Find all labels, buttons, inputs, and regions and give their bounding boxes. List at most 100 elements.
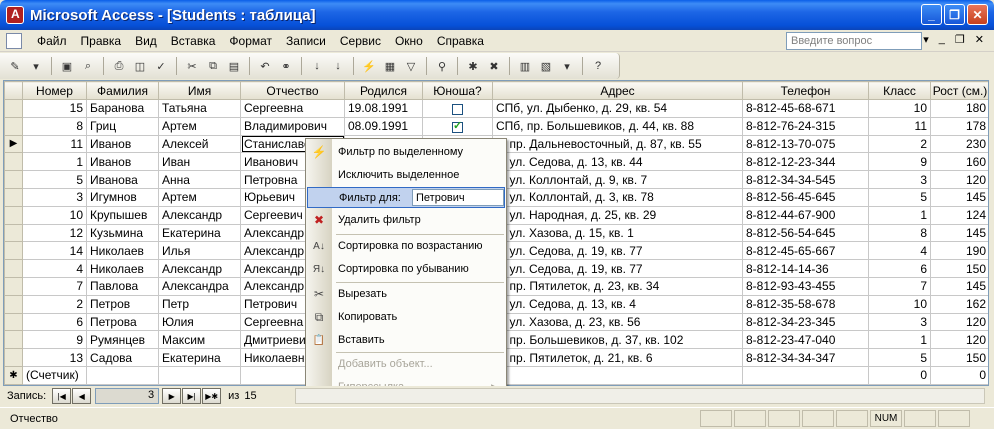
cell-surname[interactable]: Баранова <box>86 99 159 118</box>
menu-help[interactable]: Справка <box>430 34 491 48</box>
view-dropdown-icon[interactable]: ▾ <box>27 57 45 75</box>
cell-phone[interactable]: 8-812-34-34-347 <box>742 348 869 367</box>
row-selector[interactable]: ▶ <box>4 134 23 154</box>
cell-patronymic[interactable]: Владимирович <box>240 116 345 136</box>
cell-phone[interactable]: 8-812-12-23-344 <box>742 152 869 172</box>
cell-class[interactable]: 4 <box>868 241 931 261</box>
cell-name[interactable]: Илья <box>158 241 241 261</box>
cell-address[interactable]: б, ул. Народная, д. 25, кв. 29 <box>492 205 743 225</box>
table-row[interactable]: 15 Баранова Татьяна Сергеевна 19.08.1991 СПб,… <box>4 99 988 118</box>
cell-address[interactable]: СПб, ул. Дыбенко, д. 29, кв. 54 <box>492 99 743 118</box>
cell-name[interactable]: Александра <box>158 276 241 296</box>
sort-ascending-icon[interactable]: ↓ <box>308 57 326 75</box>
row-selector[interactable] <box>4 241 23 261</box>
paste-icon[interactable]: ▤ <box>225 57 243 75</box>
table-row[interactable]: 8ГрицАртемВладимирович08.09.1991 СПб, пр.… <box>4 116 988 136</box>
menu-view[interactable]: Вид <box>128 34 164 48</box>
cell-number[interactable]: 5 <box>22 170 87 189</box>
horizontal-scrollbar[interactable] <box>295 388 985 404</box>
help-icon[interactable]: ? <box>589 57 607 75</box>
new-record-button[interactable]: ▶✱ <box>202 388 222 404</box>
cell-height[interactable]: 120 <box>930 170 988 189</box>
cell-class[interactable]: 10 <box>868 294 931 314</box>
cell-name[interactable]: Александр <box>158 259 241 278</box>
datasheet-icon[interactable] <box>6 32 22 49</box>
cell-name[interactable]: Артем <box>158 187 241 207</box>
cell-number[interactable]: 6 <box>22 312 87 332</box>
row-selector[interactable] <box>4 187 23 207</box>
cell-class[interactable]: 2 <box>868 134 931 154</box>
cell-phone[interactable]: 8-812-45-65-667 <box>742 241 869 261</box>
database-window-icon[interactable]: ▥ <box>516 57 534 75</box>
cell-height[interactable]: 0 <box>930 365 988 385</box>
cell-address[interactable]: б, ул. Седова, д. 19, кв. 77 <box>492 259 743 278</box>
cell-surname[interactable]: Петрова <box>86 312 159 332</box>
copy-icon[interactable]: ⧉ <box>204 57 222 75</box>
last-record-button[interactable]: ▶| <box>182 388 202 404</box>
cell-address[interactable]: б, ул. Хазова, д. 15, кв. 1 <box>492 223 743 243</box>
cell-boy[interactable] <box>422 99 493 118</box>
cell-class[interactable]: 11 <box>868 116 931 136</box>
view-design-icon[interactable]: ✎ <box>6 57 24 75</box>
cell-address[interactable]: б, ул. Седова, д. 13, кв. 4 <box>492 294 743 314</box>
column-header-name[interactable]: Имя <box>158 81 241 100</box>
cell-born[interactable]: 19.08.1991 <box>344 99 423 118</box>
row-selector[interactable] <box>4 312 23 332</box>
cell-number[interactable]: 7 <box>22 276 87 296</box>
cell-phone[interactable]: 8-812-56-45-645 <box>742 187 869 207</box>
menu-item-copy[interactable]: ⧉ Копировать <box>306 306 506 328</box>
cell-height[interactable]: 124 <box>930 205 988 225</box>
cell-number[interactable]: 9 <box>22 330 87 350</box>
cell-phone[interactable]: 8-812-34-34-545 <box>742 170 869 189</box>
menu-file[interactable]: Файл <box>30 34 74 48</box>
menu-records[interactable]: Записи <box>279 34 333 48</box>
cell-height[interactable]: 145 <box>930 223 988 243</box>
cell-name[interactable]: Максим <box>158 330 241 350</box>
cell-height[interactable]: 178 <box>930 116 988 136</box>
cell-address[interactable]: СПб, пр. Большевиков, д. 44, кв. 88 <box>492 116 743 136</box>
cell-phone[interactable]: 8-812-56-54-645 <box>742 223 869 243</box>
cell-class[interactable]: 6 <box>868 259 931 278</box>
column-header-class[interactable]: Класс <box>868 81 931 100</box>
menu-item-cut[interactable]: ✂ Вырезать <box>306 283 506 305</box>
row-selector[interactable] <box>4 152 23 172</box>
doc-restore-button[interactable]: ❐ <box>955 33 965 46</box>
column-header-patronymic[interactable]: Отчество <box>240 81 345 100</box>
menu-item-sort-ascending[interactable]: A↓ Сортировка по возрастанию <box>306 235 506 257</box>
print-icon[interactable]: ⎙ <box>110 57 128 75</box>
menu-item-remove-filter[interactable]: ✖ Удалить фильтр <box>306 209 506 231</box>
search-file-icon[interactable]: ⌕ <box>79 57 97 75</box>
cell-height[interactable]: 150 <box>930 259 988 278</box>
empty-cell[interactable] <box>742 365 869 385</box>
cell-name[interactable]: Татьяна <box>158 99 241 118</box>
cell-number[interactable]: 12 <box>22 223 87 243</box>
cell-height[interactable]: 230 <box>930 134 988 154</box>
sort-descending-icon[interactable]: ↓ <box>329 57 347 75</box>
cell-height[interactable]: 180 <box>930 99 988 118</box>
row-selector[interactable] <box>4 170 23 189</box>
new-object-icon[interactable]: ▧ <box>537 57 555 75</box>
cell-surname[interactable]: Игумнов <box>86 187 159 207</box>
cell-number[interactable]: 4 <box>22 259 87 278</box>
cell-number[interactable]: 10 <box>22 205 87 225</box>
cell-phone[interactable]: 8-812-23-47-040 <box>742 330 869 350</box>
cell-class[interactable]: 8 <box>868 223 931 243</box>
cell-name[interactable]: Анна <box>158 170 241 189</box>
menu-item-paste[interactable]: 📋 Вставить <box>306 329 506 351</box>
cell-name[interactable]: Екатерина <box>158 223 241 243</box>
cell-phone[interactable]: 8-812-76-24-315 <box>742 116 869 136</box>
save-icon[interactable]: ▣ <box>58 57 76 75</box>
column-header-boy[interactable]: Юноша? <box>422 81 493 100</box>
cell-name[interactable]: Артем <box>158 116 241 136</box>
restore-button[interactable]: ❐ <box>944 4 965 25</box>
cell-height[interactable]: 145 <box>930 276 988 296</box>
access-app-icon[interactable] <box>6 6 24 24</box>
cell-surname[interactable]: Кузьмина <box>86 223 159 243</box>
cell-phone[interactable]: 8-812-14-14-36 <box>742 259 869 278</box>
column-header-number[interactable]: Номер <box>22 81 87 100</box>
cell-number[interactable]: 3 <box>22 187 87 207</box>
cell-number[interactable]: 15 <box>22 99 87 118</box>
new-record-marker-icon[interactable]: ✱ <box>4 365 23 385</box>
cell-height[interactable]: 150 <box>930 348 988 367</box>
row-selector[interactable] <box>4 116 23 136</box>
